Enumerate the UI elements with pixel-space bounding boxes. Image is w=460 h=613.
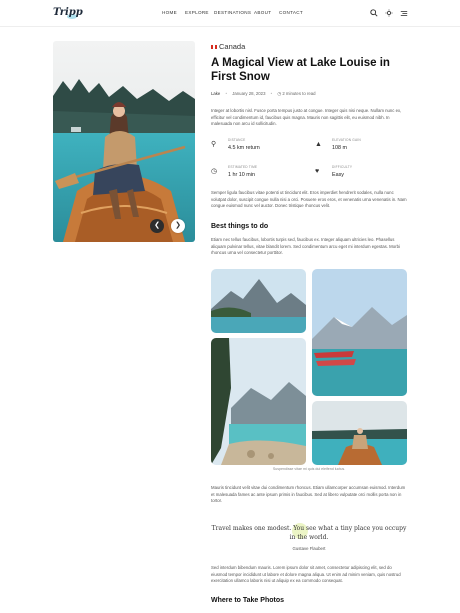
article-title: A Magical View at Lake Louise in First S… [211,57,390,83]
intro-paragraph: Integer at lobortis nisl. Fusce porta te… [211,108,402,127]
paragraph-4: Sed interdum bibendum mauris. Lorem ipsu… [211,565,401,584]
meta-dot: • [270,91,273,96]
nav-explore[interactable]: EXPLORE [185,10,209,15]
best-things-heading: Best things to do [211,223,269,230]
gallery-photo-turquoise-lake[interactable] [211,338,306,465]
stat-label: DISTANCE [228,138,246,142]
gallery-photo-lake-peak[interactable] [211,269,306,333]
nav-about[interactable]: ABOUT [254,10,271,15]
search-icon[interactable] [370,9,378,17]
nav-contact[interactable]: CONTACT [279,10,303,15]
stat-label: ESTIMATED TIME [228,165,258,169]
next-arrow-button[interactable]: ❯ [171,219,185,233]
clock-icon: ◷ [277,91,282,96]
pull-quote: Travel makes one modest. You see what a … [211,525,407,541]
distance-icon: ⚲ [211,141,217,148]
mountain-icon: ▲ [315,141,322,148]
article-date: January 28, 2023 [232,91,266,96]
nav-home[interactable]: HOME [162,10,177,15]
paragraph-2: Semper ligula faucibus vitae potenti ut … [211,190,407,209]
difficulty-icon: ♥ [315,168,320,175]
stat-elevation: ▲ ELEVATION GAIN 108 m [315,137,410,155]
where-heading: Where to Take Photos [211,597,284,604]
stat-time: ◷ ESTIMATED TIME 1 hr 10 min [211,164,306,182]
category-link[interactable]: Lake [211,91,220,96]
gallery-photo-red-canoes[interactable] [312,269,407,396]
stat-value: 1 hr 10 min [228,172,255,178]
paragraph-3: Mauris tincidunt velit vitae dui condime… [211,485,406,504]
gallery-photo-canoe-person[interactable] [312,401,407,465]
stat-label: ELEVATION GAIN [332,138,361,142]
page: Tripp HOME EXPLORE DESTINATIONS ABOUT CO… [0,0,460,613]
stat-distance: ⚲ DISTANCE 4.5 km return [211,137,306,155]
stat-value: 108 m [332,145,347,151]
gallery-caption: Suspendisse vitae mi quis dui eleifend l… [272,467,346,471]
trail-stats: ⚲ DISTANCE 4.5 km return ▲ ELEVATION GAI… [211,137,407,185]
stat-value: Easy [332,172,344,178]
country-name: Canada [219,42,246,51]
site-logo[interactable]: Tripp [53,7,83,18]
hero-image [53,41,195,242]
stat-label: DIFFICULTY [332,165,353,169]
stat-difficulty: ♥ DIFFICULTY Easy [315,164,410,182]
best-things-text: Etiam nec tellus faucibus, lobortis turp… [211,237,400,256]
clock-icon: ◷ [211,168,218,175]
meta-dot: • [225,91,228,96]
country-label[interactable]: Canada [211,42,245,51]
nav-destinations[interactable]: DESTINATIONS [214,10,251,15]
prev-arrow-button[interactable]: ❮ [150,219,164,233]
stat-value: 4.5 km return [228,145,260,151]
canada-flag-icon [211,45,217,50]
sun-icon[interactable] [385,9,393,17]
quote-author: Gustave Flaubert [292,546,326,551]
menu-icon[interactable] [400,9,408,17]
top-navigation-bar: Tripp HOME EXPLORE DESTINATIONS ABOUT CO… [0,0,460,27]
article-meta: Lake • January 28, 2023 • ◷ 2 minutes to… [211,91,316,97]
read-time: 2 minutes to read [282,91,316,96]
